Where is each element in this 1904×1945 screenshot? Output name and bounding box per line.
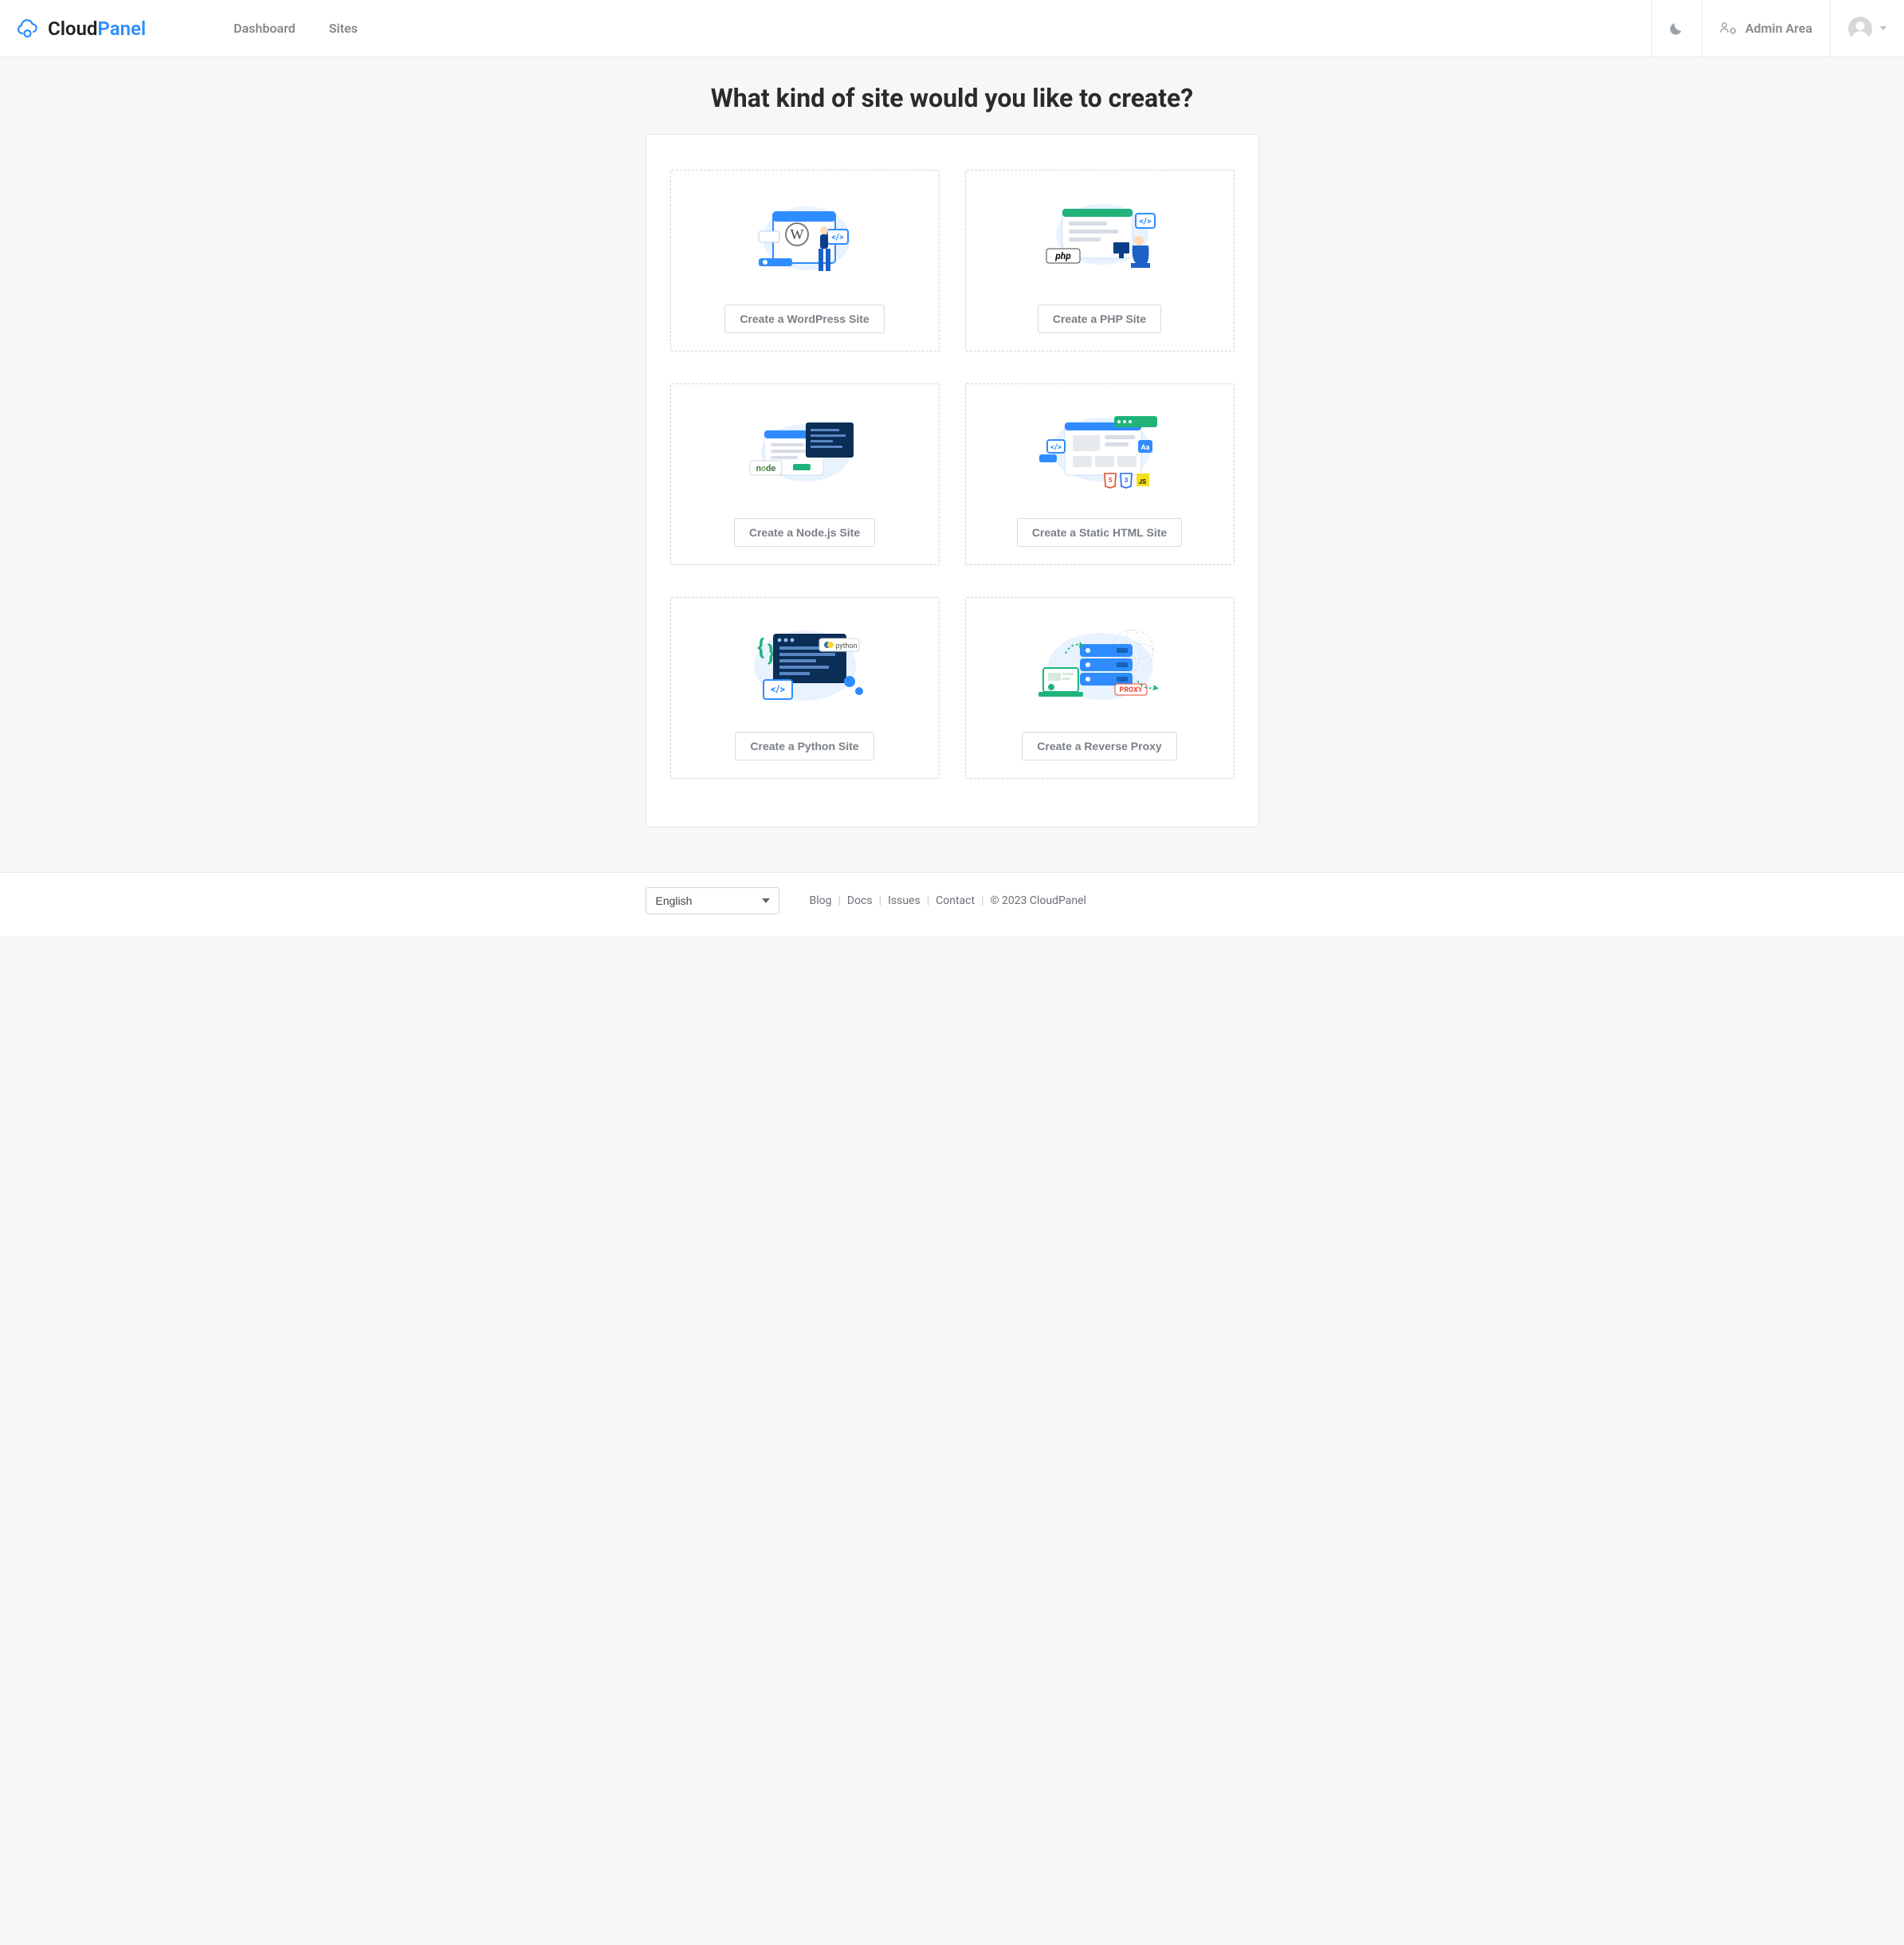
avatar-icon bbox=[1848, 17, 1872, 41]
nav-sites[interactable]: Sites bbox=[329, 21, 358, 36]
create-python-button[interactable]: Create a Python Site bbox=[735, 732, 873, 760]
create-static-button[interactable]: Create a Static HTML Site bbox=[1017, 518, 1182, 547]
language-select-wrapper: English bbox=[646, 887, 779, 914]
moon-icon bbox=[1670, 22, 1684, 36]
svg-text:W: W bbox=[790, 226, 803, 242]
illustration-static-html: </> Aa 5 3 JS bbox=[974, 394, 1226, 518]
site-type-panel: W </> Create a WordPress Site bbox=[646, 134, 1259, 827]
card-reverse-proxy[interactable]: PROXY Create a Reverse Proxy bbox=[965, 597, 1235, 779]
topbar: CloudPanel Dashboard Sites Admin Area bbox=[0, 0, 1904, 57]
illustration-reverse-proxy: PROXY bbox=[974, 607, 1226, 732]
create-node-button[interactable]: Create a Node.js Site bbox=[734, 518, 875, 547]
illustration-python: { } python </> bbox=[679, 607, 931, 732]
user-menu[interactable] bbox=[1830, 0, 1904, 57]
create-proxy-button[interactable]: Create a Reverse Proxy bbox=[1022, 732, 1176, 760]
card-php[interactable]: </> php Create a PHP Site bbox=[965, 170, 1235, 352]
footer: English Blog| Docs| Issues| Contact| © 2… bbox=[0, 872, 1904, 937]
card-static-html[interactable]: </> Aa 5 3 JS Create a Static HTML Site bbox=[965, 383, 1235, 565]
svg-text:node: node bbox=[756, 463, 775, 473]
illustration-node: node bbox=[679, 394, 931, 518]
illustration-wordpress: W </> bbox=[679, 180, 931, 305]
svg-text:</>: </> bbox=[770, 684, 784, 696]
svg-text:Aa: Aa bbox=[1140, 444, 1149, 452]
svg-text:python: python bbox=[835, 642, 857, 650]
footer-blog[interactable]: Blog bbox=[810, 894, 832, 907]
svg-text:5: 5 bbox=[1108, 477, 1112, 484]
footer-contact[interactable]: Contact bbox=[936, 894, 975, 907]
create-php-button[interactable]: Create a PHP Site bbox=[1038, 305, 1161, 333]
footer-docs[interactable]: Docs bbox=[847, 894, 873, 907]
brand-text: CloudPanel bbox=[48, 18, 146, 40]
footer-links: Blog| Docs| Issues| Contact| © 2023 Clou… bbox=[810, 894, 1086, 907]
language-select[interactable]: English bbox=[646, 887, 779, 914]
svg-text:</>: </> bbox=[1050, 443, 1062, 452]
card-python[interactable]: { } python </> bbox=[670, 597, 940, 779]
topbar-right: Admin Area bbox=[1651, 0, 1904, 57]
main-nav: Dashboard Sites bbox=[234, 21, 358, 36]
page-title: What kind of site would you like to crea… bbox=[0, 83, 1904, 113]
create-wordpress-button[interactable]: Create a WordPress Site bbox=[724, 305, 884, 333]
chevron-down-icon bbox=[1880, 26, 1886, 30]
illustration-php: </> php bbox=[974, 180, 1226, 305]
card-node[interactable]: node Create a Node.js Site bbox=[670, 383, 940, 565]
svg-text:{: { bbox=[757, 634, 764, 660]
brand-cloud-icon bbox=[16, 19, 40, 38]
svg-text:PROXY: PROXY bbox=[1119, 686, 1142, 694]
users-gear-icon bbox=[1720, 22, 1737, 36]
footer-copyright: © 2023 CloudPanel bbox=[990, 894, 1085, 907]
svg-text:JS: JS bbox=[1138, 478, 1145, 485]
card-wordpress[interactable]: W </> Create a WordPress Site bbox=[670, 170, 940, 352]
footer-issues[interactable]: Issues bbox=[888, 894, 921, 907]
nav-dashboard[interactable]: Dashboard bbox=[234, 21, 295, 36]
svg-text:</>: </> bbox=[1139, 216, 1152, 226]
admin-area-link[interactable]: Admin Area bbox=[1702, 0, 1830, 57]
darkmode-toggle[interactable] bbox=[1651, 0, 1702, 57]
svg-text:</>: </> bbox=[831, 232, 844, 242]
brand[interactable]: CloudPanel bbox=[16, 18, 146, 40]
site-type-grid: W </> Create a WordPress Site bbox=[670, 170, 1235, 779]
svg-text:3: 3 bbox=[1124, 477, 1128, 484]
svg-text:php: php bbox=[1054, 250, 1071, 261]
admin-area-label: Admin Area bbox=[1745, 21, 1812, 36]
